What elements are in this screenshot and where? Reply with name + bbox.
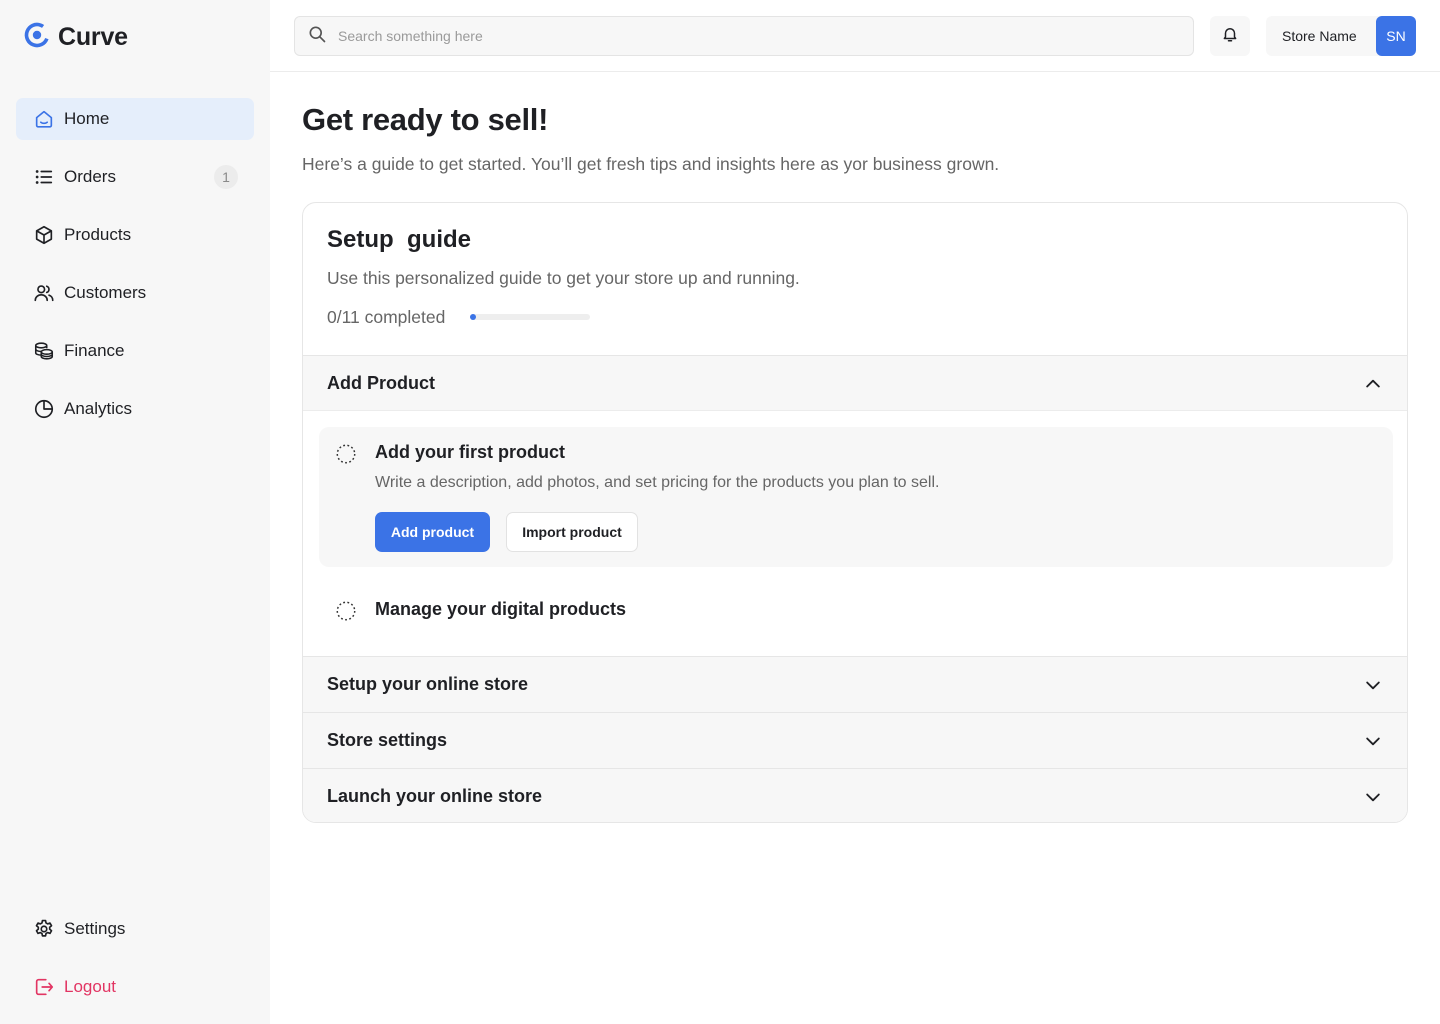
section-label: Store settings: [327, 730, 448, 750]
sidebar-item-label: Settings: [64, 919, 126, 938]
store-switcher[interactable]: Store Name SN: [1266, 16, 1416, 56]
task-add-first-product[interactable]: Add your first product Write a descripti…: [319, 427, 1393, 567]
progress-bar: [470, 314, 590, 320]
sidebar-item-customers[interactable]: Customers: [16, 272, 254, 314]
import-product-button[interactable]: Import product: [506, 512, 638, 552]
chevron-down-icon: [1363, 787, 1383, 807]
gear-icon: [33, 918, 55, 940]
sidebar-item-label: Logout: [64, 977, 116, 996]
sidebar-nav: Home Orders 1 Products Customers Finance…: [16, 98, 254, 446]
sidebar-item-logout[interactable]: Logout: [16, 966, 254, 1008]
sidebar: Curve Home Orders 1 Products Customers F…: [0, 0, 270, 1024]
progress-bar-fill: [470, 314, 476, 320]
home-icon: [33, 108, 55, 130]
logout-icon: [33, 976, 55, 998]
sidebar-item-finance[interactable]: Finance: [16, 330, 254, 372]
sidebar-item-orders[interactable]: Orders 1: [16, 156, 254, 198]
box-icon: [33, 224, 55, 246]
sidebar-item-label: Products: [64, 225, 132, 244]
dashed-circle-icon[interactable]: [335, 600, 357, 622]
task-description: Write a description, add photos, and set…: [375, 474, 940, 491]
task-manage-digital-products[interactable]: Manage your digital products: [319, 587, 1393, 635]
section-label: Add Product: [327, 372, 435, 393]
users-icon: [33, 282, 55, 304]
sidebar-item-products[interactable]: Products: [16, 214, 254, 256]
dashed-circle-icon[interactable]: [335, 443, 357, 465]
setup-guide-subtitle: Use this personalized guide to get your …: [327, 268, 800, 288]
notifications-button[interactable]: [1210, 16, 1250, 56]
section-add-product[interactable]: Add Product: [303, 355, 1407, 411]
sidebar-item-analytics[interactable]: Analytics: [16, 388, 254, 430]
sidebar-item-label: Home: [64, 109, 110, 128]
section-store-settings[interactable]: Store settings: [303, 712, 1407, 768]
search-input[interactable]: [338, 28, 1158, 44]
sidebar-item-label: Finance: [64, 341, 125, 360]
curve-logo-icon: [23, 21, 51, 54]
page-title: Get ready to sell!: [302, 102, 549, 137]
avatar: SN: [1376, 16, 1416, 56]
chevron-down-icon: [1363, 731, 1383, 751]
section-launch-online-store[interactable]: Launch your online store: [303, 768, 1407, 822]
search-icon: [307, 24, 327, 49]
section-setup-online-store[interactable]: Setup your online store: [303, 656, 1407, 712]
store-name: Store Name: [1282, 28, 1357, 44]
sidebar-item-label: Orders: [64, 167, 116, 186]
search-bar[interactable]: [294, 16, 1194, 56]
chevron-down-icon: [1363, 675, 1383, 695]
section-label: Launch your online store: [327, 786, 543, 806]
coins-icon: [33, 340, 55, 362]
sidebar-item-home[interactable]: Home: [16, 98, 254, 140]
orders-count-badge: 1: [214, 165, 238, 189]
add-product-button[interactable]: Add product: [375, 512, 490, 552]
bell-icon: [1221, 25, 1239, 48]
logo[interactable]: Curve: [23, 22, 128, 52]
pie-chart-icon: [33, 398, 55, 420]
page-subtitle: Here’s a guide to get started. You’ll ge…: [302, 154, 1000, 174]
chevron-up-icon: [1363, 374, 1383, 394]
progress-label: 0/11 completed: [327, 307, 446, 327]
section-label: Setup your online store: [327, 674, 529, 694]
list-icon: [33, 166, 55, 188]
task-title: Add your first product: [375, 442, 565, 462]
task-title: Manage your digital products: [375, 599, 627, 619]
sidebar-item-label: Analytics: [64, 399, 133, 418]
sidebar-item-label: Customers: [64, 283, 147, 302]
setup-guide-title: Setup guide: [327, 226, 471, 253]
top-bar: Store Name SN: [270, 0, 1440, 72]
sidebar-item-settings[interactable]: Settings: [16, 908, 254, 950]
sidebar-bottom: Settings Logout: [16, 908, 254, 1024]
logo-text: Curve: [58, 22, 128, 51]
setup-guide-card: Setup guide Use this personalized guide …: [302, 202, 1408, 823]
